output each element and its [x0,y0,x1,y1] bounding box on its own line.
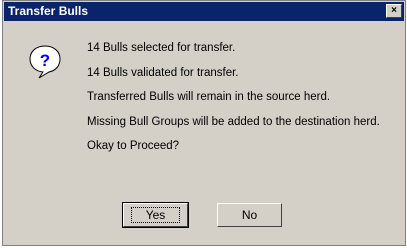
title-bar[interactable]: Transfer Bulls × [4,2,404,21]
yes-button[interactable]: Yes [122,202,189,228]
window-title: Transfer Bulls [8,4,89,18]
transfer-bulls-dialog: Transfer Bulls × ? 14 Bulls selected for… [2,0,406,246]
close-button[interactable]: × [386,4,402,18]
no-button[interactable]: No [217,203,282,227]
close-icon: × [391,5,397,16]
message-line: Missing Bull Groups will be added to the… [87,115,380,128]
message-line: 14 Bulls selected for transfer. [87,42,236,54]
question-glyph: ? [40,51,50,70]
yes-button-label: Yes [130,207,181,223]
question-icon: ? [29,45,61,79]
message-line: Transferred Bulls will remain in the sou… [87,91,331,103]
message-text: 14 Bulls selected for transfer. 14 Bulls… [87,36,380,159]
no-button-label: No [241,208,258,222]
message-line: 14 Bulls validated for transfer. [87,66,239,79]
message-line: Okay to Proceed? [87,140,180,152]
